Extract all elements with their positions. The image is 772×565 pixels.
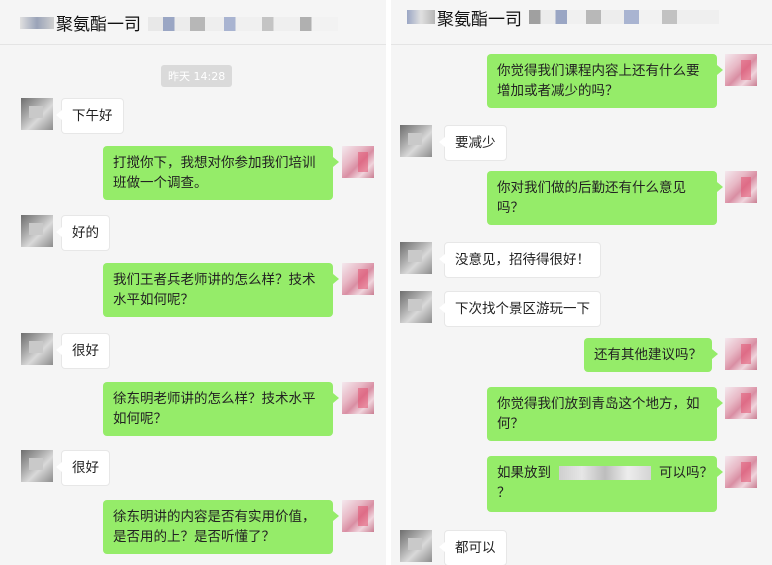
message-timestamp: 昨天 14:28 <box>161 65 233 87</box>
redacted-location <box>559 466 651 480</box>
own-avatar[interactable] <box>725 171 757 203</box>
message-bubble-incoming[interactable]: 没意见，招待得很好！ <box>439 242 601 278</box>
message-bubble-outgoing[interactable]: 你觉得我们课程内容上还有什么要增加或者减少的吗？ <box>487 54 723 108</box>
chat-window-left: 聚氨酯一司 昨天 14:28 下午好 打搅你下，我想对你参加我们培训班做一个调查… <box>0 0 386 565</box>
message-bubble-incoming[interactable]: 都可以 <box>439 530 507 565</box>
message-bubble-incoming[interactable]: 要减少 <box>439 125 507 161</box>
message-bubble-outgoing[interactable]: 徐东明讲的内容是否有实用价值，是否用的上？是否听懂了？ <box>103 500 339 554</box>
contact-avatar[interactable] <box>21 215 53 247</box>
message-bubble-incoming[interactable]: 很好 <box>56 333 110 369</box>
own-avatar[interactable] <box>725 54 757 86</box>
message-bubble-outgoing[interactable]: 徐东明老师讲的怎么样？技术水平如何呢？ <box>103 382 339 436</box>
message-bubble-outgoing[interactable]: 打搅你下，我想对你参加我们培训班做一个调查。 <box>103 146 339 200</box>
own-avatar[interactable] <box>725 456 757 488</box>
message-bubble-outgoing[interactable]: 你觉得我们放到青岛这个地方，如何？ <box>487 387 723 441</box>
own-avatar[interactable] <box>342 146 374 178</box>
own-avatar[interactable] <box>725 338 757 370</box>
message-bubble-incoming[interactable]: 下午好 <box>56 98 124 134</box>
message-bubble-incoming[interactable]: 下次找个景区游玩一下 <box>439 291 601 327</box>
message-text-suffix: 可以吗？ <box>659 465 713 481</box>
pixelated-title-prefix <box>20 17 54 29</box>
contact-avatar[interactable] <box>400 530 432 562</box>
message-bubble-outgoing[interactable]: 我们王者兵老师讲的怎么样？技术水平如何呢？ <box>103 263 339 317</box>
message-bubble-incoming[interactable]: 很好 <box>56 450 110 486</box>
own-avatar[interactable] <box>725 387 757 419</box>
message-bubble-outgoing[interactable]: 你对我们做的后勤还有什么意见吗？ <box>487 171 723 225</box>
pixelated-title-prefix <box>407 10 435 24</box>
contact-avatar[interactable] <box>21 98 53 130</box>
message-list[interactable]: 你觉得我们课程内容上还有什么要增加或者减少的吗？ 要减少 你对我们做的后勤还有什… <box>391 45 772 565</box>
chat-title: 聚氨酯一司 <box>56 15 141 35</box>
contact-avatar[interactable] <box>400 242 432 274</box>
chat-title: 聚氨酯一司 <box>437 10 522 30</box>
own-avatar[interactable] <box>342 500 374 532</box>
chat-window-right: 聚氨酯一司 你觉得我们课程内容上还有什么要增加或者减少的吗？ 要减少 你对我们做… <box>391 0 772 565</box>
own-avatar[interactable] <box>342 263 374 295</box>
contact-avatar[interactable] <box>21 450 53 482</box>
pixelated-title-suffix <box>148 17 338 31</box>
message-bubble-outgoing[interactable]: 如果放到 可以吗？ ？ <box>487 456 723 512</box>
message-list[interactable]: 昨天 14:28 下午好 打搅你下，我想对你参加我们培训班做一个调查。 好的 我… <box>0 45 386 565</box>
message-text-prefix: 如果放到 <box>497 465 551 481</box>
chat-header: 聚氨酯一司 <box>391 0 772 45</box>
message-bubble-incoming[interactable]: 好的 <box>56 215 110 251</box>
message-bubble-outgoing[interactable]: 还有其他建议吗？ <box>584 338 718 372</box>
contact-avatar[interactable] <box>400 125 432 157</box>
contact-avatar[interactable] <box>21 333 53 365</box>
chat-header: 聚氨酯一司 <box>0 0 386 45</box>
contact-avatar[interactable] <box>400 291 432 323</box>
own-avatar[interactable] <box>342 382 374 414</box>
pixelated-title-suffix <box>529 10 719 24</box>
